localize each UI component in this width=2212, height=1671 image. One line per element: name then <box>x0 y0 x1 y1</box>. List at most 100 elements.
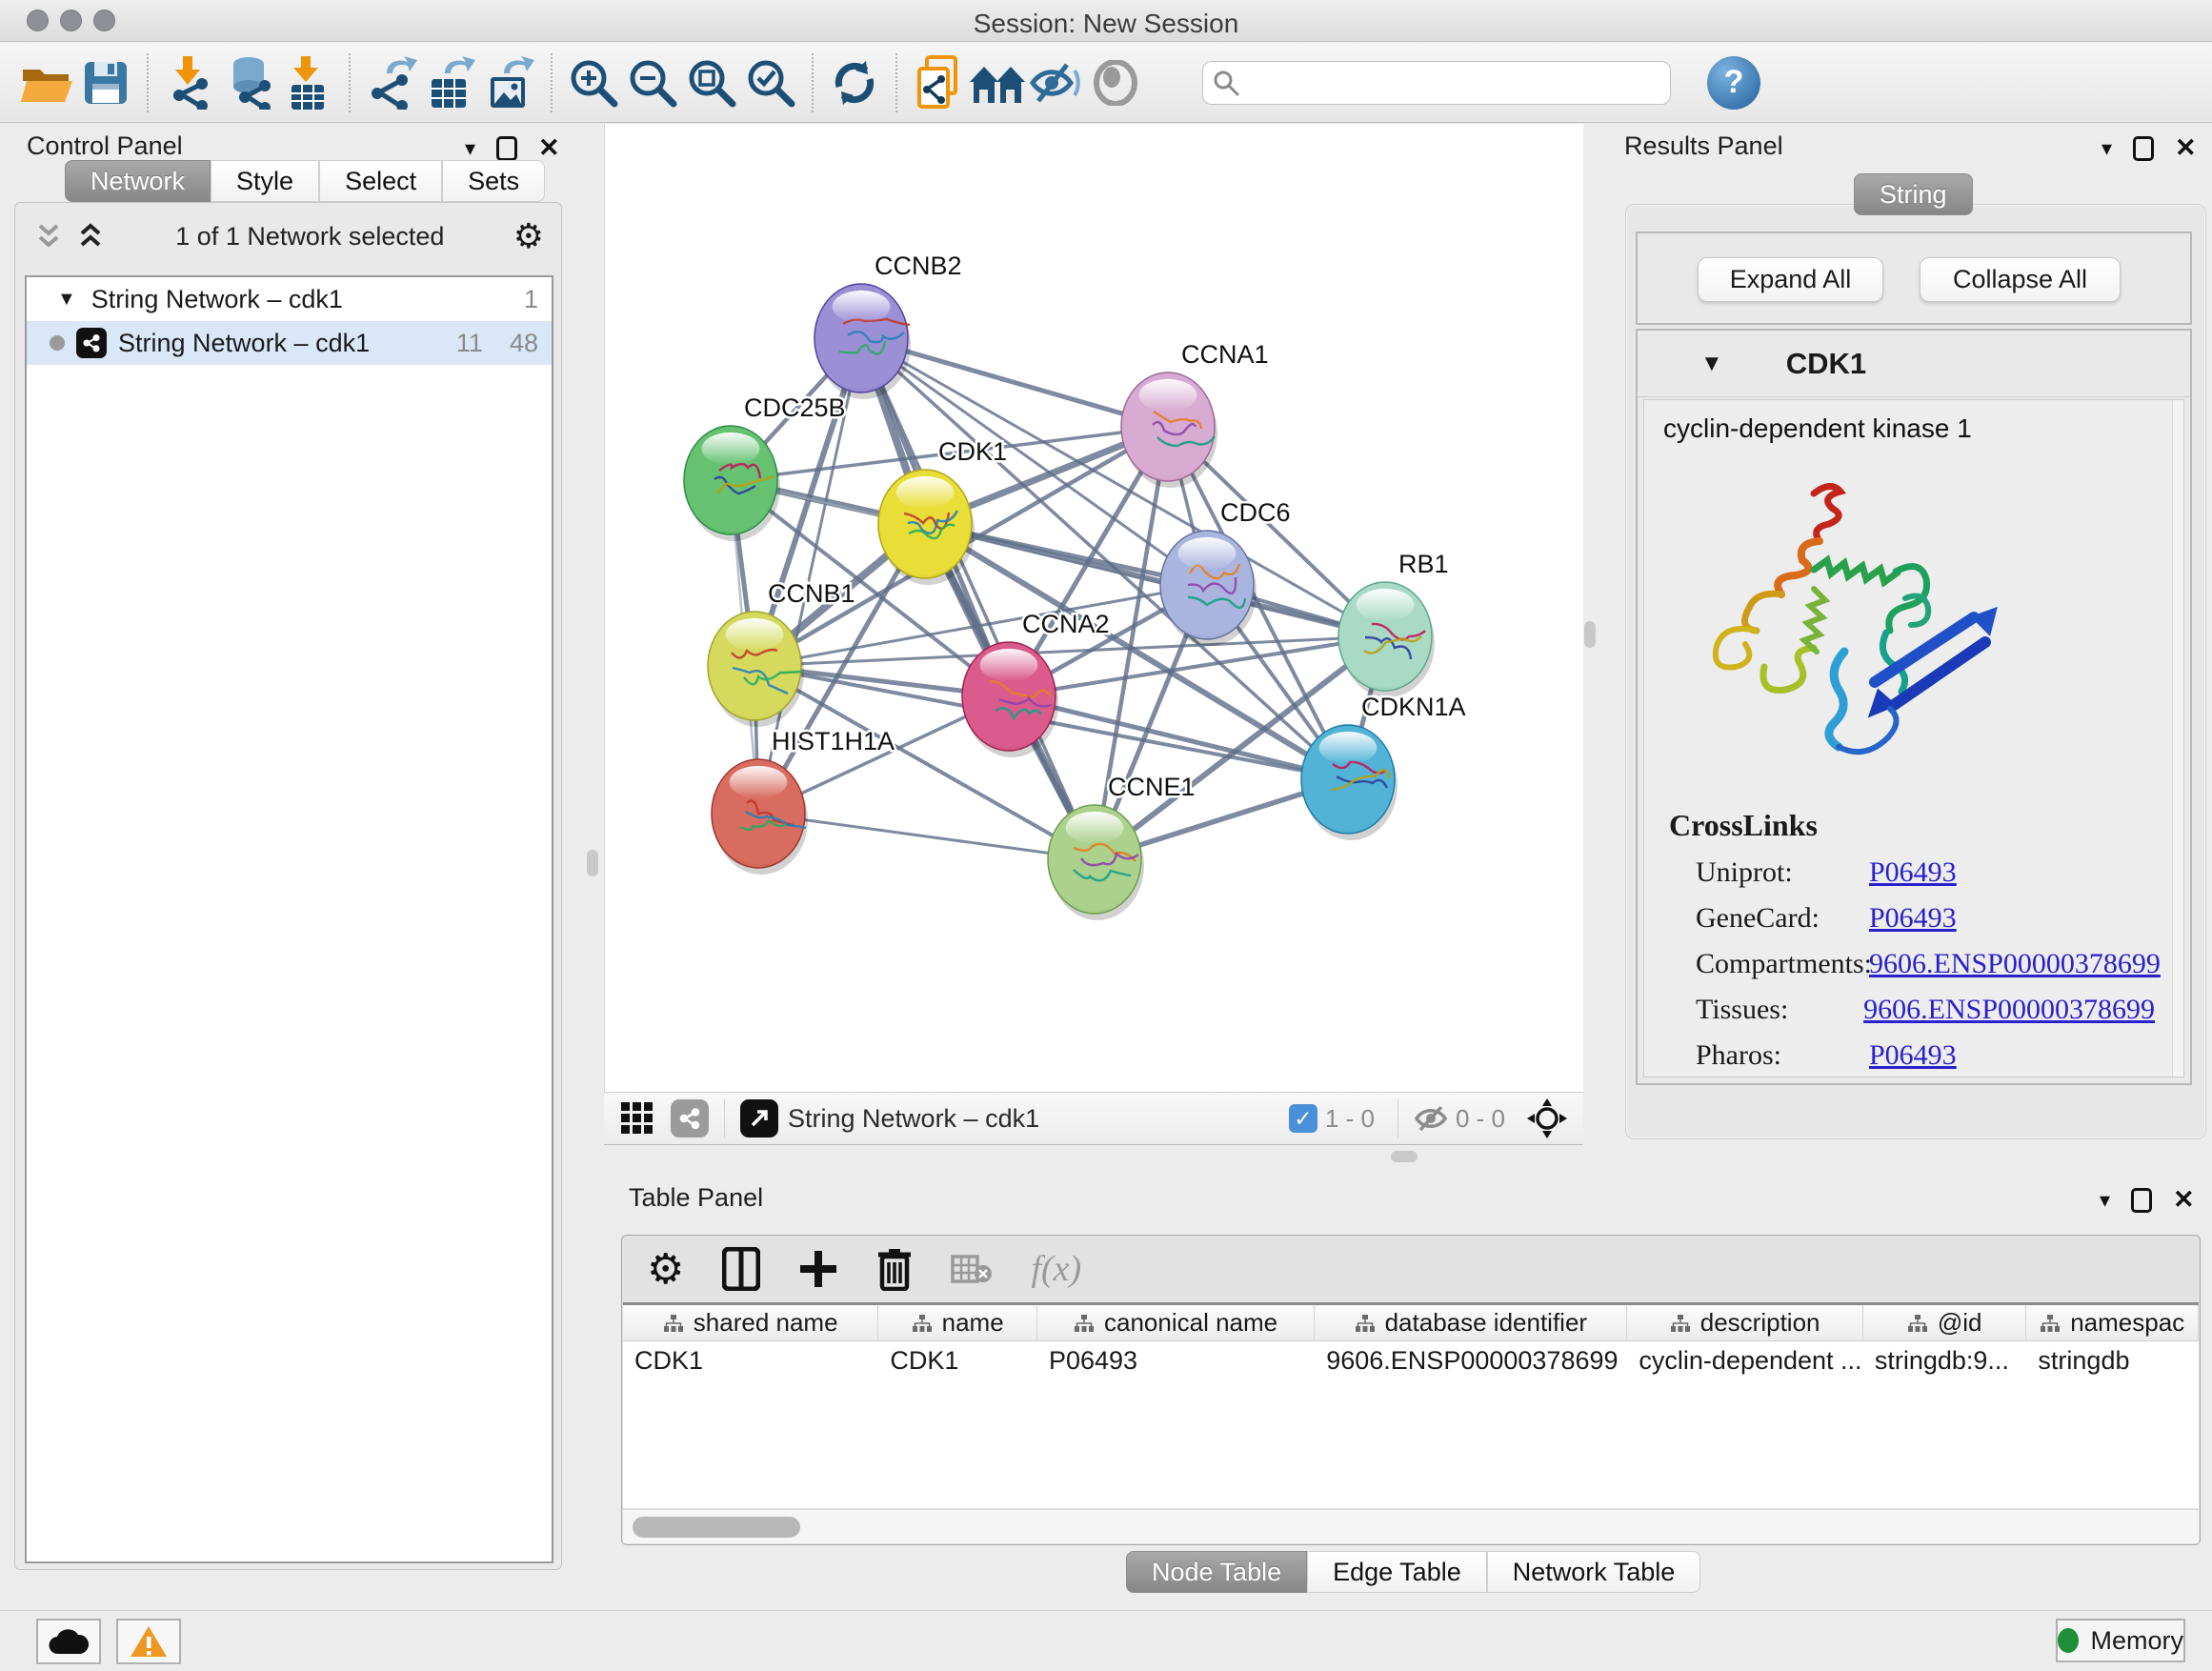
export-network-button[interactable] <box>362 53 421 112</box>
crosslink-link[interactable]: P06493 <box>1869 856 1957 889</box>
crosslink-link[interactable]: P06493 <box>1869 1039 1957 1072</box>
column-header-description[interactable]: description <box>1627 1305 1862 1340</box>
network-edge[interactable] <box>925 524 1385 636</box>
birds-eye-view-icon[interactable] <box>619 1100 655 1137</box>
crosslink-link[interactable]: 9606.ENSP00000378699 <box>1869 948 2161 980</box>
collapse-panel-icon[interactable]: ▾ <box>2101 136 2112 161</box>
collapse-panel-icon[interactable]: ▾ <box>465 136 475 161</box>
network-collection-row[interactable]: ▼ String Network – cdk1 1 <box>27 277 552 321</box>
zoom-out-button[interactable] <box>623 53 682 112</box>
tab-select[interactable]: Select <box>319 160 442 202</box>
left-splitter-handle[interactable] <box>587 850 598 876</box>
open-in-window-icon[interactable] <box>740 1099 778 1137</box>
show-all-button[interactable] <box>968 53 1027 112</box>
close-panel-icon[interactable]: ✕ <box>538 133 560 163</box>
section-expander-icon[interactable]: ▼ <box>1700 351 1723 377</box>
table-horizontal-scrollbar[interactable] <box>623 1509 2199 1543</box>
cloud-button[interactable] <box>36 1619 101 1664</box>
tab-sets[interactable]: Sets <box>442 160 545 202</box>
function-builder-icon[interactable]: f(x) <box>1031 1248 1081 1290</box>
gene-section-header[interactable]: ▼ CDK1 <box>1638 331 2190 397</box>
table-cell[interactable]: CDK1 <box>878 1341 1037 1379</box>
string-network-graph[interactable]: CCNB2CCNA1CDC25BCDK1CDC6RB1CCNB1CCNA2CDK… <box>605 124 1584 1092</box>
network-node-CCNB2[interactable]: CCNB2 <box>814 252 962 399</box>
crosslink-link[interactable]: P06493 <box>1869 902 1957 935</box>
column-header-id[interactable]: @id <box>1863 1305 2027 1340</box>
close-panel-icon[interactable]: ✕ <box>2175 133 2197 163</box>
network-node-CCNA1[interactable]: CCNA1 <box>1121 340 1269 488</box>
float-panel-icon[interactable] <box>496 136 517 161</box>
zoom-fit-button[interactable] <box>682 53 741 112</box>
float-panel-icon[interactable] <box>2133 136 2154 161</box>
gear-icon[interactable]: ⚙ <box>513 216 544 256</box>
network-canvas[interactable]: CCNB2CCNA1CDC25BCDK1CDC6RB1CCNB1CCNA2CDK… <box>604 124 1583 1092</box>
network-edge[interactable] <box>861 338 1095 859</box>
collapse-all-icon[interactable] <box>32 220 65 252</box>
expand-all-icon[interactable] <box>74 220 107 252</box>
right-splitter-handle[interactable] <box>1584 621 1596 648</box>
zoom-in-button[interactable] <box>564 53 623 112</box>
tree-expander-icon[interactable]: ▼ <box>57 289 76 311</box>
export-table-button[interactable] <box>421 53 480 112</box>
table-settings-gear-icon[interactable]: ⚙ <box>647 1245 684 1294</box>
results-scrollbar[interactable] <box>2172 400 2183 1077</box>
show-columns-icon[interactable] <box>722 1247 760 1291</box>
network-from-selection-button[interactable] <box>909 53 968 112</box>
column-header-databaseidentifier[interactable]: database identifier <box>1315 1305 1627 1340</box>
zoom-selected-button[interactable] <box>741 53 800 112</box>
tab-string[interactable]: String <box>1854 173 1973 215</box>
control-panel-body: 1 of 1 Network selected ⚙ ▼ String Netwo… <box>14 202 562 1570</box>
apply-layout-button[interactable] <box>825 53 884 112</box>
show-hidden-button[interactable] <box>1086 53 1145 112</box>
column-header-canonicalname[interactable]: canonical name <box>1037 1305 1315 1340</box>
table-cell[interactable]: stringdb <box>2026 1341 2199 1379</box>
table-cell[interactable]: CDK1 <box>623 1341 878 1379</box>
scrollbar-thumb[interactable] <box>633 1517 800 1538</box>
close-panel-icon[interactable]: ✕ <box>2173 1185 2195 1215</box>
column-header-name[interactable]: name <box>878 1305 1037 1340</box>
selected-checkbox-icon[interactable]: ✓ <box>1289 1104 1317 1133</box>
add-column-icon[interactable] <box>798 1249 838 1289</box>
table-row[interactable]: CDK1CDK1P064939606.ENSP00000378699cyclin… <box>623 1341 2199 1379</box>
table-cell[interactable]: 9606.ENSP00000378699 <box>1315 1341 1627 1379</box>
hide-selected-button[interactable] <box>1027 53 1086 112</box>
network-row[interactable]: String Network – cdk1 11 48 <box>27 321 552 365</box>
help-button[interactable]: ? <box>1707 56 1760 110</box>
table-cell[interactable]: stringdb:9... <box>1863 1341 2027 1379</box>
open-session-button[interactable] <box>17 53 76 112</box>
export-image-button[interactable] <box>480 53 539 112</box>
tab-edge-table[interactable]: Edge Table <box>1307 1551 1487 1593</box>
search-input[interactable] <box>1239 68 1660 97</box>
tab-network[interactable]: Network <box>65 160 211 202</box>
network-share-icon[interactable] <box>671 1099 709 1137</box>
network-node-HIST1H1A[interactable]: HIST1H1A <box>712 727 895 875</box>
network-node-RB1[interactable]: RB1 <box>1338 550 1449 697</box>
tab-network-table[interactable]: Network Table <box>1487 1551 1701 1593</box>
save-session-button[interactable] <box>76 53 135 112</box>
search-field[interactable] <box>1202 61 1671 105</box>
network-node-CDKN1A[interactable]: CDKN1A <box>1301 693 1466 840</box>
crosslink-link[interactable]: 9606.ENSP00000378699 <box>1863 994 2155 1026</box>
network-edge[interactable] <box>758 814 1095 859</box>
network-node-CCNE1[interactable]: CCNE1 <box>1048 773 1196 920</box>
crosshair-icon[interactable] <box>1526 1097 1568 1139</box>
bottom-splitter-handle[interactable] <box>1391 1151 1418 1162</box>
tab-node-table[interactable]: Node Table <box>1126 1551 1307 1593</box>
column-header-sharedname[interactable]: shared name <box>623 1305 878 1340</box>
table-cell[interactable]: cyclin-dependent ... <box>1627 1341 1862 1379</box>
collapse-all-button[interactable]: Collapse All <box>1920 257 2121 302</box>
table-cell[interactable]: P06493 <box>1037 1341 1315 1379</box>
delete-column-icon[interactable] <box>876 1247 913 1291</box>
expand-all-button[interactable]: Expand All <box>1698 257 1883 302</box>
hidden-eye-icon[interactable] <box>1414 1104 1448 1133</box>
import-network-button[interactable] <box>160 53 219 112</box>
tab-style[interactable]: Style <box>211 160 319 202</box>
memory-button[interactable]: Memory <box>2056 1619 2185 1662</box>
collapse-panel-icon[interactable]: ▾ <box>2100 1188 2110 1213</box>
delete-table-icon[interactable] <box>951 1253 993 1285</box>
import-table-button[interactable] <box>278 53 337 112</box>
warning-button[interactable] <box>116 1619 181 1664</box>
column-header-namespac[interactable]: namespac <box>2026 1305 2199 1340</box>
float-panel-icon[interactable] <box>2131 1188 2152 1213</box>
import-database-button[interactable] <box>219 53 278 112</box>
